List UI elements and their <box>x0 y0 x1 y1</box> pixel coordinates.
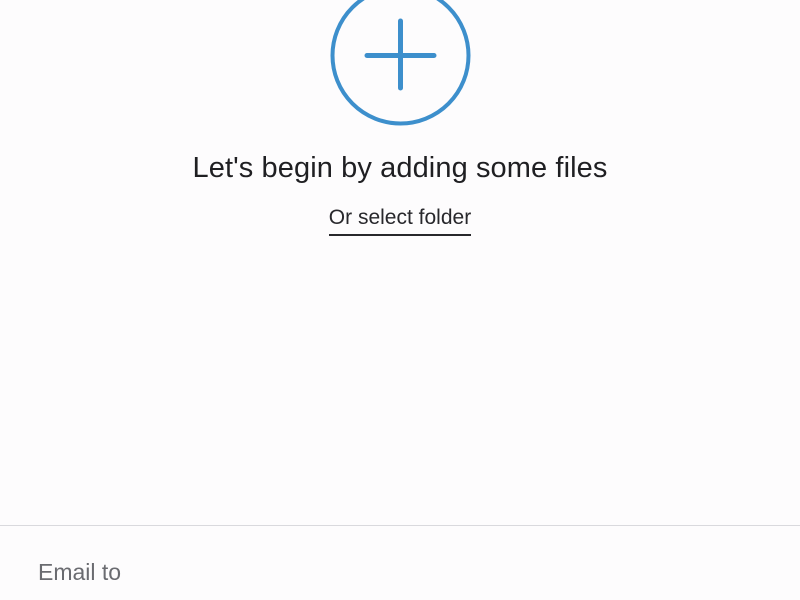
select-folder-container: Or select folder <box>0 206 800 236</box>
upload-page: Let's begin by adding some files Or sele… <box>0 0 800 600</box>
upload-headline: Let's begin by adding some files <box>192 152 608 184</box>
plus-circle-icon <box>330 0 471 126</box>
email-to-field[interactable] <box>38 552 778 592</box>
divider <box>0 525 800 526</box>
add-files-button[interactable] <box>330 0 471 126</box>
select-folder-link[interactable]: Or select folder <box>328 206 472 236</box>
